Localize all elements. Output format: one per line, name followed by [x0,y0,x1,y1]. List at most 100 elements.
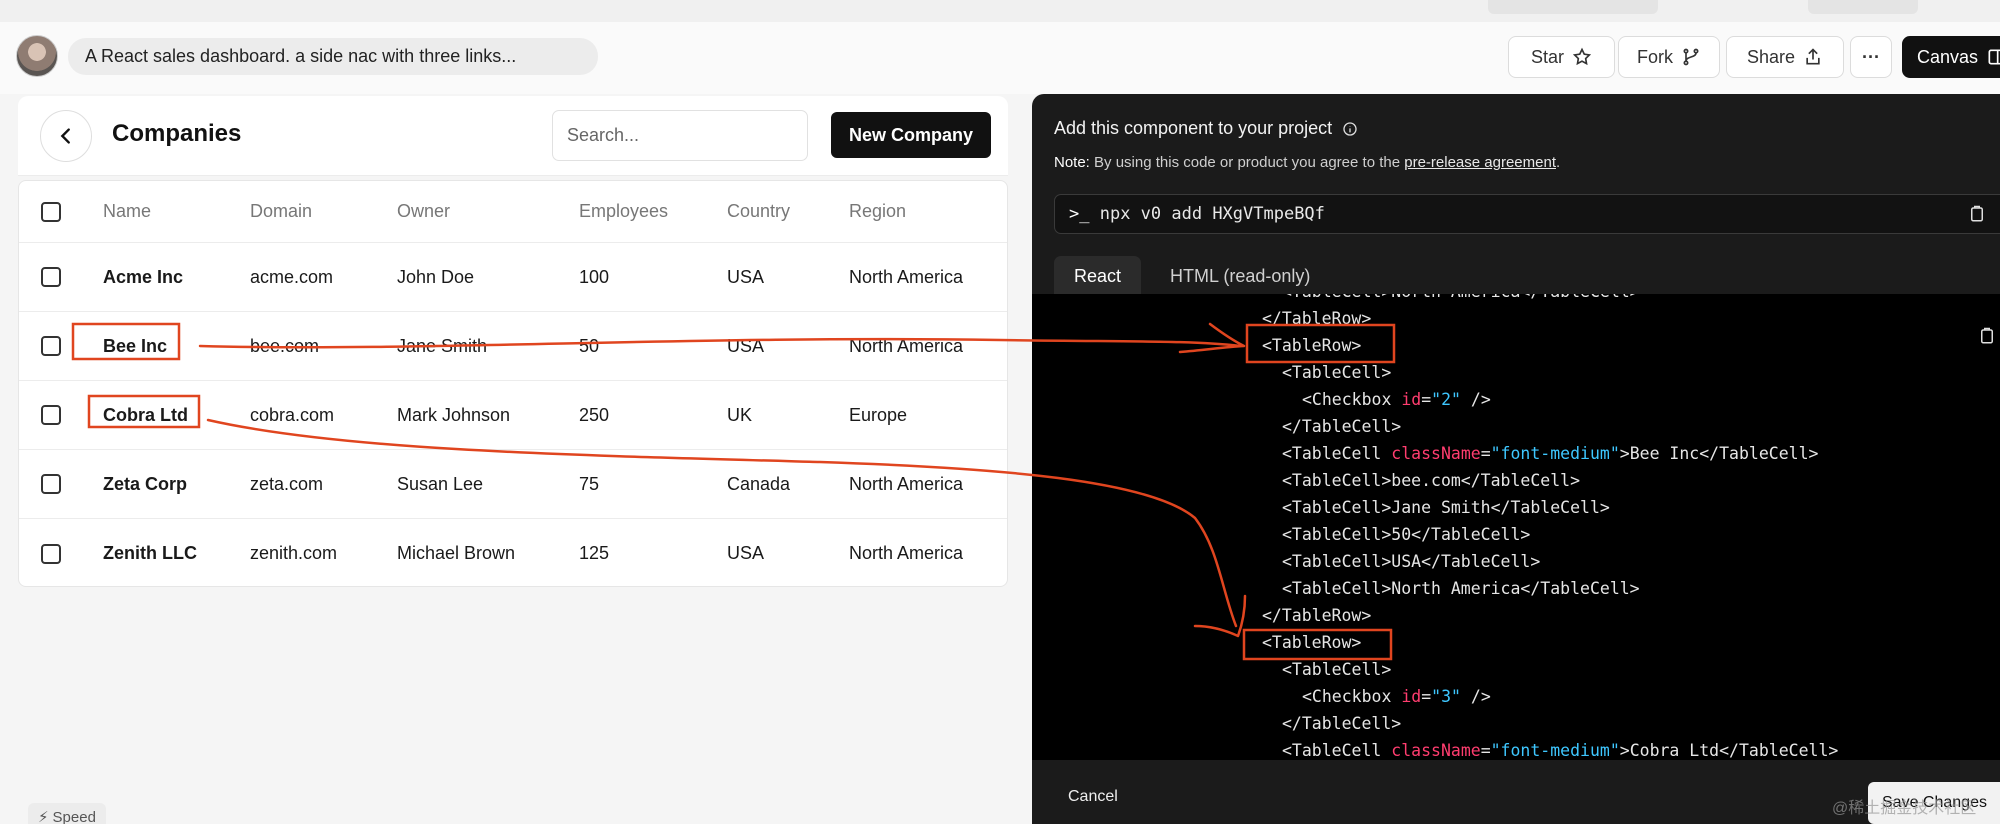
cell-owner: Jane Smith [397,335,488,356]
avatar[interactable] [16,35,58,77]
cell-employees: 50 [579,335,600,356]
cell-domain: acme.com [250,266,334,287]
cell-domain: zeta.com [250,473,324,494]
cell-domain: zenith.com [250,543,338,563]
install-command-box[interactable]: >_ npx v0 add HXgVTmpeBQf [1054,194,2000,234]
code-line: </TableRow> [1262,606,1372,625]
info-icon[interactable] [1342,121,1358,137]
cell-domain: cobra.com [250,404,335,425]
code-line: <Checkbox id="2" /> [1302,390,1491,409]
tab-html-read-only[interactable]: HTML (read-only) [1150,256,1330,296]
cell-region: Europe [849,404,908,425]
code-line: <TableCell>bee.com</TableCell> [1282,471,1581,490]
column-header-employees[interactable]: Employees [579,181,668,242]
note-label: Note: [1054,154,1090,171]
note-end: . [1556,154,1561,171]
code-line: <TableCell>Jane Smith</TableCell> [1282,498,1610,517]
code-line: <TableCell className="font-medium">Bee I… [1282,444,1819,463]
row-checkbox[interactable] [41,474,61,494]
cell-owner: Susan Lee [397,473,484,494]
column-header-name[interactable]: Name [103,181,151,242]
share-icon [1806,48,1820,65]
star-icon [1572,47,1592,66]
star-label: Star [1530,46,1564,67]
cancel-button[interactable]: Cancel [1068,788,1118,806]
cell-employees: 75 [579,473,600,494]
prompt-pill[interactable]: A React sales dashboard. a side nac with… [68,38,598,75]
row-checkbox[interactable] [41,543,61,564]
column-header-region[interactable]: Region [849,181,906,242]
fork-label: Fork [1637,46,1673,67]
speed-label: Speed [52,808,96,824]
cell-employees: 100 [579,266,610,287]
canvas-label: Canvas [1917,46,1979,67]
cell-country: USA [727,335,765,356]
table-row[interactable]: Acme Inc acme.com John Doe 100 USA North… [19,243,1007,312]
row-checkbox[interactable] [41,336,61,356]
companies-table: Name Domain Owner Employees Country Regi… [18,180,1008,587]
table-row[interactable]: Cobra Ltd cobra.com Mark Johnson 250 UK … [19,381,1007,450]
install-command: npx v0 add HXgVTmpeBQf [1099,204,1325,224]
column-header-domain[interactable]: Domain [250,181,312,242]
cell-region: North America [849,543,964,563]
chevron-left-icon [60,128,70,144]
more-options-button[interactable]: ··· [1850,36,1892,78]
code-line: <TableCell className="font-medium">Cobra… [1282,741,1839,760]
agreement-note: Note: By using this code or product you … [1054,154,1560,171]
cell-country: Canada [727,473,791,494]
code-line: <TableCell>USA</TableCell> [1282,552,1541,571]
row-checkbox[interactable] [41,405,61,425]
faded-toolbar-element [1808,0,1918,14]
new-company-button[interactable]: New Company [831,112,991,158]
copy-command-icon[interactable] [1968,204,1986,224]
lightning-icon: ⚡ [38,809,49,824]
search-input[interactable] [552,110,808,161]
terminal-prompt-icon: >_ [1069,204,1090,224]
code-line: <TableRow> [1262,336,1362,355]
share-button[interactable]: Share [1726,36,1844,78]
code-line: <TableCell>North America</TableCell> [1282,579,1640,598]
faded-toolbar-element [1488,0,1658,14]
canvas-icon [1988,49,2000,65]
table-row[interactable]: Zeta Corp zeta.com Susan Lee 75 Canada N… [19,450,1007,519]
column-header-country[interactable]: Country [727,181,790,242]
cell-name: Bee Inc [103,335,168,356]
cell-employees: 125 [579,543,610,563]
cell-owner: Mark Johnson [397,404,511,425]
cell-name: Zeta Corp [103,473,188,494]
more-icon: ··· [1862,46,1880,67]
cell-name: Cobra Ltd [103,404,188,425]
canvas-button[interactable]: Canvas [1902,36,2000,78]
speed-badge[interactable]: ⚡ Speed [28,803,106,824]
copy-code-icon[interactable] [1978,326,1996,346]
row-checkbox[interactable] [41,267,61,287]
table-row[interactable]: Zenith LLC zenith.com Michael Brown 125 … [19,519,1007,588]
column-header-owner[interactable]: Owner [397,181,450,242]
install-panel-title: Add this component to your project [1054,118,1358,139]
code-view[interactable]: <TableCell>North America</TableCell> </Ta… [1032,294,2000,760]
pre-release-agreement-link[interactable]: pre-release agreement [1404,154,1556,171]
code-line: <TableCell>North America</TableCell> [1282,294,1640,301]
code-line: <TableCell> [1282,660,1392,679]
table-row[interactable]: Bee Inc bee.com Jane Smith 50 USA North … [19,312,1007,381]
install-panel: Add this component to your project Note:… [1032,94,2000,824]
cell-region: North America [849,266,964,287]
cell-employees: 250 [579,404,610,425]
star-button[interactable]: Star [1508,36,1615,78]
back-button[interactable] [40,110,92,162]
companies-header: Companies New Company [18,96,1008,176]
code-line: </TableRow> [1262,309,1372,328]
tab-react[interactable]: React [1054,256,1142,296]
cell-owner: Michael Brown [397,543,516,563]
table-header-row: Name Domain Owner Employees Country Regi… [19,181,1007,243]
note-text: By using this code or product you agree … [1094,154,1401,171]
cell-region: North America [849,335,964,356]
code-line: <TableCell> [1282,363,1392,382]
select-all-checkbox[interactable] [41,201,61,222]
code-line: <TableRow> [1262,633,1362,652]
fork-button[interactable]: Fork [1618,36,1720,78]
cell-domain: bee.com [250,335,320,356]
install-title-text: Add this component to your project [1054,118,1333,138]
page-title: Companies [112,120,242,147]
cell-country: UK [727,404,753,425]
